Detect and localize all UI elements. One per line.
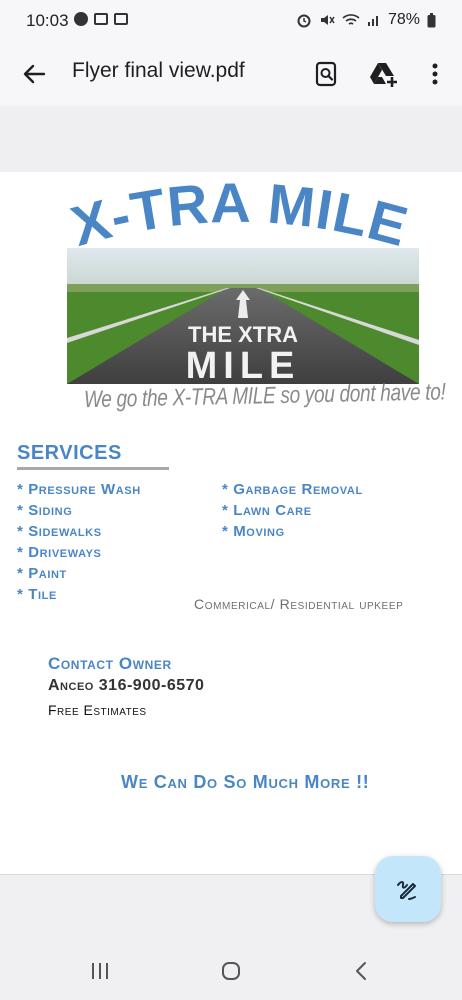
service-item: * Pressure Wash <box>17 481 141 498</box>
commercial-residential-text: Commerical/ Residential upkeep <box>194 596 404 612</box>
notification-icons <box>74 12 128 26</box>
signal-icon <box>367 16 378 26</box>
headline-text: X-TRA MILE <box>65 172 414 258</box>
add-to-drive-icon <box>370 63 397 87</box>
document-title: Flyer final view.pdf <box>72 59 245 82</box>
back-icon <box>356 962 366 980</box>
service-item: * Paint <box>17 565 67 582</box>
service-item: * Driveways <box>17 544 102 561</box>
search-document-button[interactable] <box>310 58 342 90</box>
edit-pen-icon <box>397 881 416 900</box>
back-arrow-icon <box>23 64 46 84</box>
app-bar: Flyer final view.pdf <box>0 42 462 106</box>
recent-apps-button[interactable] <box>80 956 120 986</box>
pdf-page: X-TRA MILE THE XTRA MILE We go the X-TRA… <box>0 172 462 874</box>
service-item: * Garbage Removal <box>222 481 363 498</box>
edit-fab-button[interactable] <box>375 856 441 922</box>
service-item: * Moving <box>222 523 285 540</box>
tagline: We go the X-TRA MILE so you dont have to… <box>83 379 446 414</box>
system-nav-bar <box>0 942 462 1000</box>
status-bar: 10:03 78% <box>0 0 462 42</box>
free-estimates: Free Estimates <box>48 702 147 718</box>
more-text: We Can Do So Much More !! <box>121 772 370 792</box>
messenger-icon <box>74 12 88 26</box>
lock-icon <box>114 13 128 25</box>
viewer-background <box>0 106 462 172</box>
image-text-line1: THE XTRA <box>188 322 298 347</box>
battery-percent: 78% <box>387 11 420 28</box>
service-item: * Sidewalks <box>17 523 102 540</box>
status-time: 10:03 <box>26 11 69 30</box>
contact-name-phone: Anceo 316-900-6570 <box>48 677 205 694</box>
system-icons: 78% <box>296 11 436 29</box>
contact-heading: Contact Owner <box>48 654 172 673</box>
service-item: * Siding <box>17 502 73 519</box>
wifi-icon <box>342 14 360 25</box>
svg-text:X-TRA MILE: X-TRA MILE <box>65 172 415 258</box>
add-to-drive-button[interactable] <box>368 58 400 90</box>
image-text-line2: MILE <box>186 345 301 384</box>
back-button[interactable] <box>18 58 50 90</box>
mute-icon <box>320 15 335 25</box>
service-item: * Lawn Care <box>222 502 312 519</box>
services-underline <box>17 467 169 470</box>
services-heading: SERVICES <box>17 442 122 464</box>
more-vert-icon <box>432 63 438 85</box>
alarm-icon <box>297 14 311 28</box>
search-document-icon <box>315 61 337 87</box>
road-image: THE XTRA MILE <box>67 248 419 384</box>
home-icon <box>222 962 240 980</box>
home-button[interactable] <box>211 956 251 986</box>
service-item: * Tile <box>17 586 57 603</box>
more-options-button[interactable] <box>419 58 451 90</box>
recent-apps-icon <box>92 963 108 979</box>
battery-icon <box>427 12 436 27</box>
back-nav-button[interactable] <box>341 956 381 986</box>
cast-icon <box>94 13 108 25</box>
